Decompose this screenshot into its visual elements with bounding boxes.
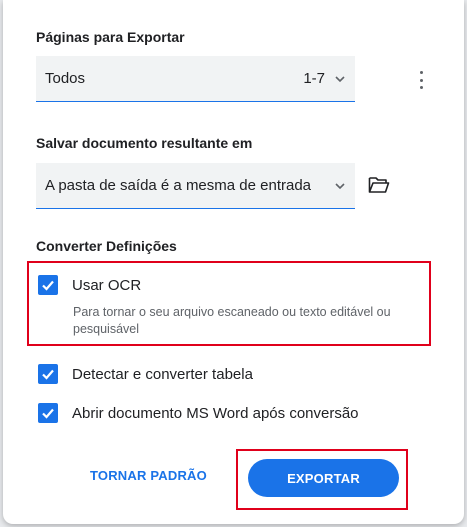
detect-tables-checkbox[interactable]	[38, 364, 58, 384]
page-range-value: 1-7	[303, 70, 325, 87]
export-highlight-box	[236, 449, 408, 510]
output-folder-value: A pasta de saída é a mesma de entrada	[45, 177, 312, 194]
open-word-checkbox[interactable]	[38, 403, 58, 423]
chevron-down-icon	[335, 182, 345, 189]
reset-default-button[interactable]: TORNAR PADRÃO	[90, 468, 207, 483]
save-location-label: Salvar documento resultante em	[36, 135, 253, 151]
pages-select[interactable]: Todos 1-7	[36, 56, 355, 102]
convert-settings-label: Converter Definições	[36, 238, 177, 254]
folder-open-icon[interactable]	[368, 176, 390, 194]
chevron-down-icon	[335, 75, 345, 82]
more-vert-icon[interactable]	[418, 71, 424, 89]
detect-tables-label: Detectar e converter tabela	[72, 365, 253, 383]
pages-to-export-label: Páginas para Exportar	[36, 29, 185, 45]
ocr-highlight-box	[27, 261, 431, 346]
open-word-label: Abrir documento MS Word após conversão	[72, 404, 359, 422]
output-folder-select[interactable]: A pasta de saída é a mesma de entrada	[36, 163, 355, 209]
checkmark-icon	[42, 369, 54, 380]
detect-tables-option[interactable]: Detectar e converter tabela	[38, 364, 253, 384]
pages-select-value: Todos	[45, 70, 86, 87]
export-settings-panel: Páginas para Exportar Todos 1-7 Salvar d…	[3, 0, 464, 524]
open-word-option[interactable]: Abrir documento MS Word após conversão	[38, 403, 359, 423]
checkmark-icon	[42, 408, 54, 419]
